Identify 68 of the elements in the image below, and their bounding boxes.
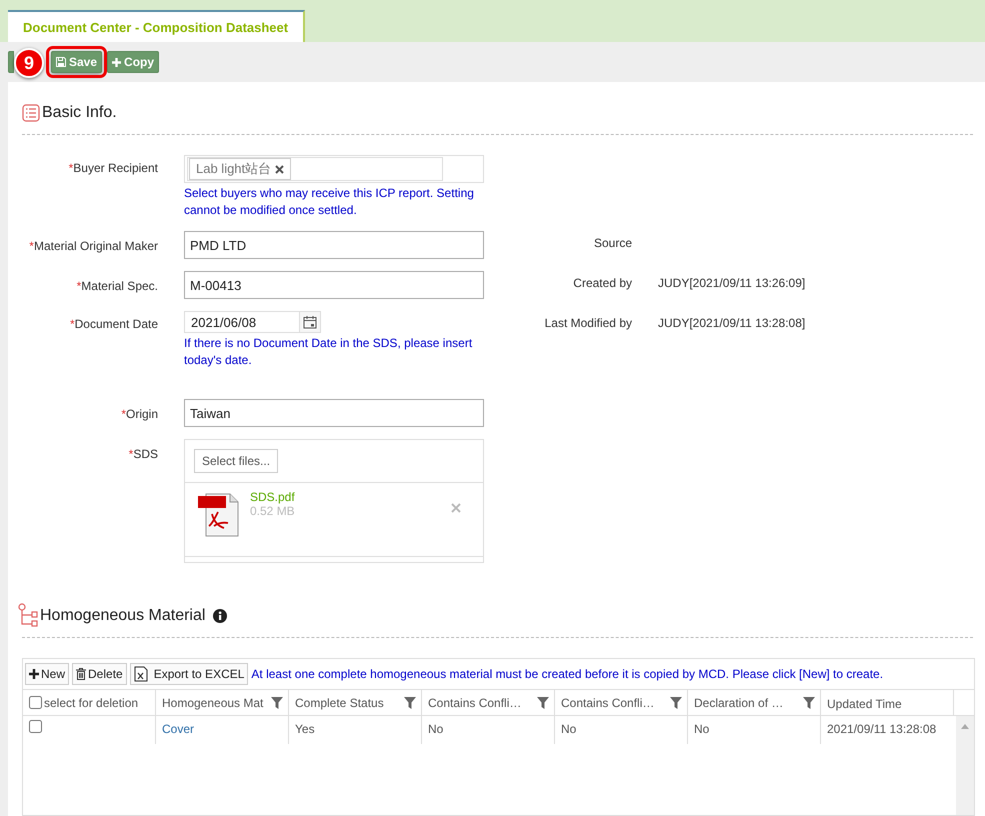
column-label: Complete Status [295, 696, 384, 710]
calendar-button[interactable] [299, 311, 321, 333]
table-cell: No [422, 716, 555, 744]
file-size: 0.52 MB [250, 504, 296, 518]
step-badge: 9 [14, 48, 44, 78]
delete-button[interactable]: Delete [72, 663, 127, 685]
date-field[interactable]: 2021/06/08 [184, 311, 299, 333]
field-label: Document Date [74, 317, 158, 331]
column-label: Homogeneous Mat [162, 696, 264, 710]
info-label: Source [592, 236, 633, 252]
close-icon [451, 503, 461, 513]
section-title: Basic Info. [42, 104, 117, 122]
export-button[interactable]: Export to EXCEL [130, 663, 248, 685]
column-label: Contains Confli… [428, 696, 522, 710]
info-label: Last Modified by [544, 316, 633, 332]
table-cell: Yes [289, 716, 422, 744]
help-text: If there is no Document Date in the SDS, please insert today's date. [184, 335, 474, 369]
info-label: Created by [572, 276, 633, 292]
required-mark: * [68, 161, 74, 175]
column-label: Contains Confli… [561, 696, 654, 710]
checkbox[interactable] [29, 696, 42, 709]
save-icon [56, 57, 66, 67]
filter-icon [670, 696, 682, 708]
column-label: Declaration of … [694, 696, 784, 710]
filter-icon [537, 696, 549, 708]
notice-text: At least one complete homogeneous material must be created before it is copied by MCD. Please click [New] to create. [251, 667, 884, 681]
filter-icon [271, 696, 283, 708]
calendar-icon [303, 315, 317, 329]
list-icon [22, 104, 40, 122]
multiselect-field[interactable]: Lab light站台 [184, 155, 484, 183]
checkbox[interactable] [29, 720, 42, 733]
scroll-up-icon [961, 724, 969, 729]
table-cell: No [555, 716, 688, 744]
input-field[interactable]: Taiwan [184, 399, 484, 427]
input-field[interactable]: M-00413 [184, 271, 484, 299]
table-cell: No [688, 716, 821, 744]
info-icon [213, 609, 228, 623]
column-label: select for deletion [44, 696, 138, 710]
help-text: Select buyers who may receive this ICP report. Setting cannot be modified once settled. [184, 185, 475, 219]
table-cell-text: 2021/09/11 13:28:08 [826, 721, 938, 738]
field-label: Material Original Maker [34, 239, 158, 253]
filter-icon [803, 696, 815, 708]
spreadsheet-icon [134, 666, 148, 682]
tree-icon [18, 603, 38, 629]
close-icon [275, 164, 284, 174]
plus-icon [112, 58, 122, 66]
required-mark: * [128, 447, 134, 461]
info-value: JUDY[2021/09/11 13:28:08] [658, 316, 806, 332]
scrollbar[interactable] [956, 716, 974, 815]
filter-icon [404, 696, 416, 708]
info-value: JUDY[2021/09/11 13:26:09] [658, 276, 806, 292]
tag-chip[interactable]: Lab light站台 [189, 158, 292, 180]
input-field[interactable]: PMD LTD [184, 231, 484, 259]
trash-icon [76, 668, 86, 680]
select-files-button[interactable]: Select files... [194, 449, 278, 473]
field-label: Origin [126, 407, 158, 421]
column-header[interactable]: Updated Time [821, 690, 954, 715]
field-label: SDS [133, 447, 158, 461]
required-mark: * [70, 317, 75, 331]
row-link[interactable]: Cover [156, 716, 289, 744]
field-label: Material Spec. [81, 279, 158, 293]
section-title: Homogeneous Material [40, 607, 206, 625]
required-mark: * [29, 239, 34, 253]
required-mark: * [76, 279, 82, 293]
required-mark: * [121, 407, 126, 421]
field-label: Buyer Recipient [73, 161, 158, 175]
new-button[interactable]: New [25, 663, 70, 685]
plus-icon [29, 669, 39, 679]
